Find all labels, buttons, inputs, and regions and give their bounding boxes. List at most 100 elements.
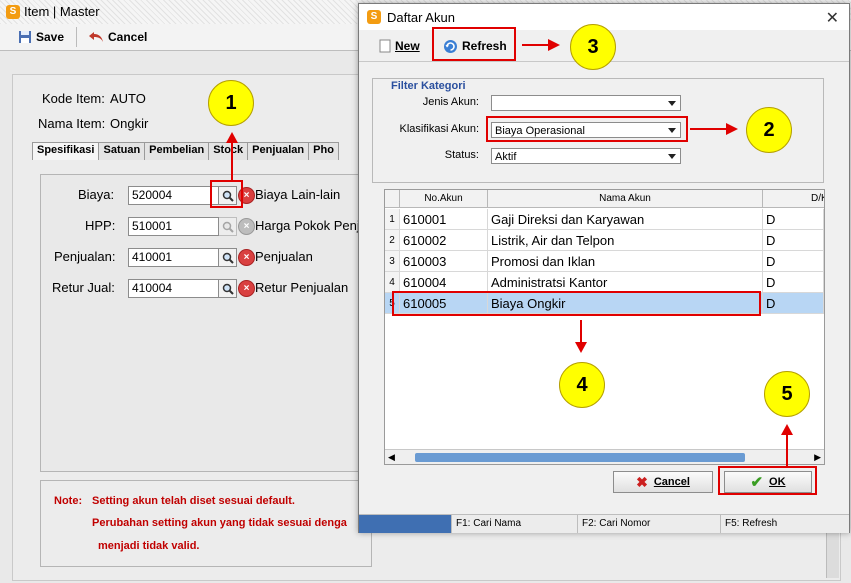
kode-item-value: AUTO <box>110 91 146 106</box>
highlight-ok <box>718 466 817 495</box>
penjualan-lookup-button[interactable] <box>218 248 237 267</box>
row-number: 2 <box>385 230 400 251</box>
save-button[interactable]: Save <box>12 26 70 48</box>
row-number: 4 <box>385 272 400 293</box>
scroll-right-icon[interactable]: ▶ <box>814 452 821 463</box>
table-row[interactable]: 3 610003 Promosi dan Iklan D <box>385 251 824 272</box>
row-header-corner <box>385 190 400 208</box>
dialog-cancel-label: Cancel <box>653 476 690 488</box>
table-row[interactable]: 2 610002 Listrik, Air dan Telpon D <box>385 230 824 251</box>
dialog-status-bar: F1: Cari Nama F2: Cari Nomor F5: Refresh <box>359 514 849 533</box>
no-akun-cell: 610004 <box>400 272 488 293</box>
status-f1-hint: F1: Cari Nama <box>452 515 578 533</box>
column-header-dk[interactable]: D/K <box>763 190 824 208</box>
arrow-down-icon <box>575 342 587 353</box>
callout-step-3: 3 <box>570 24 616 70</box>
kode-item-label: Kode Item: <box>42 91 105 106</box>
status-label: Status: <box>444 149 479 161</box>
table-row[interactable]: 4 610004 Administratsi Kantor D <box>385 272 824 293</box>
status-f2-hint: F2: Cari Nomor <box>578 515 721 533</box>
dk-cell: D <box>763 209 824 230</box>
retur-jual-lookup-button[interactable] <box>218 279 237 298</box>
callout-step-5: 5 <box>764 371 810 417</box>
nama-item-label: Nama Item: <box>38 116 106 131</box>
column-header-nama-akun[interactable]: Nama Akun <box>488 190 763 208</box>
retur-jual-label: Retur Jual: <box>52 280 115 295</box>
dk-cell: D <box>763 293 824 314</box>
search-icon <box>222 252 234 264</box>
highlight-klasifikasi <box>486 116 688 142</box>
tab-satuan[interactable]: Satuan <box>98 142 146 160</box>
app-logo-icon: S <box>6 5 20 19</box>
arrow-right-icon <box>726 123 738 135</box>
arrow-up-icon <box>226 132 238 143</box>
clear-icon: × <box>243 283 250 294</box>
akun-table: No.Akun Nama Akun D/K 1 610001 Gaji Dire… <box>384 189 825 465</box>
note-label: Note: <box>54 495 83 507</box>
arrow-right-icon <box>548 39 560 51</box>
nama-akun-cell: Gaji Direksi dan Karyawan <box>488 209 763 230</box>
dk-cell: D <box>763 272 824 293</box>
toolbar-divider <box>76 27 77 47</box>
penjualan-field[interactable]: 410001 <box>128 248 219 267</box>
callout-step-2: 2 <box>746 107 792 153</box>
clear-icon: × <box>243 221 250 232</box>
status-select[interactable]: Aktif <box>491 148 681 164</box>
arrow-line-5 <box>786 432 788 466</box>
arrow-line-3 <box>522 44 550 46</box>
retur-jual-clear-button[interactable]: × <box>238 280 255 297</box>
tab-penjualan[interactable]: Penjualan <box>247 142 310 160</box>
cancel-x-icon: ✖ <box>636 473 648 490</box>
dialog-cancel-button[interactable]: ✖ Cancel <box>613 471 713 493</box>
hpp-field[interactable]: 510001 <box>128 217 219 236</box>
cancel-button[interactable]: Cancel <box>82 26 153 48</box>
column-header-no-akun[interactable]: No.Akun <box>400 190 488 208</box>
undo-icon <box>89 32 103 42</box>
row-number: 1 <box>385 209 400 230</box>
daftar-akun-dialog: S Daftar Akun ✕ New Refresh Filter Kateg… <box>358 3 850 533</box>
dk-cell: D <box>763 251 824 272</box>
hpp-clear-button[interactable]: × <box>238 218 255 235</box>
chevron-down-icon <box>668 154 676 159</box>
biaya-label: Biaya: <box>78 187 115 202</box>
penjualan-desc: Penjualan <box>255 249 313 264</box>
cancel-label: Cancel <box>108 30 148 44</box>
new-label: New <box>395 39 420 53</box>
jenis-akun-select[interactable] <box>491 95 681 111</box>
item-tabs: Spesifikasi Satuan Pembelian Stock Penju… <box>32 142 339 160</box>
table-row[interactable]: 1 610001 Gaji Direksi dan Karyawan D <box>385 209 824 230</box>
new-document-icon <box>379 39 391 53</box>
close-icon[interactable]: ✕ <box>826 8 839 28</box>
dialog-title: Daftar Akun <box>387 10 455 25</box>
app-logo-icon: S <box>367 10 381 24</box>
no-akun-cell: 610003 <box>400 251 488 272</box>
tab-stock[interactable]: Stock <box>208 142 249 160</box>
horizontal-scrollbar[interactable]: ◀ ▶ <box>385 449 824 464</box>
chevron-down-icon <box>668 101 676 106</box>
retur-jual-field[interactable]: 410004 <box>128 279 219 298</box>
penjualan-clear-button[interactable]: × <box>238 249 255 266</box>
arrow-up-icon <box>781 424 793 435</box>
retur-jual-desc: Retur Penjualan <box>255 280 349 295</box>
scrollbar-thumb[interactable] <box>415 453 745 462</box>
highlight-lookup-button <box>210 180 243 208</box>
tab-pembelian[interactable]: Pembelian <box>144 142 210 160</box>
arrow-line-1 <box>231 140 233 180</box>
callout-step-4: 4 <box>559 362 605 408</box>
dk-cell: D <box>763 230 824 251</box>
tab-photo[interactable]: Pho <box>308 142 339 160</box>
penjualan-label: Penjualan: <box>54 249 116 264</box>
new-button[interactable]: New <box>373 35 426 57</box>
hpp-lookup-button[interactable] <box>218 217 237 236</box>
scroll-left-icon[interactable]: ◀ <box>388 452 395 463</box>
hpp-label: HPP: <box>85 218 116 233</box>
tab-spesifikasi[interactable]: Spesifikasi <box>32 142 100 160</box>
search-icon <box>222 221 234 233</box>
nama-akun-cell: Promosi dan Iklan <box>488 251 763 272</box>
biaya-field[interactable]: 520004 <box>128 186 219 205</box>
search-icon <box>222 283 234 295</box>
nama-akun-cell: Administratsi Kantor <box>488 272 763 293</box>
arrow-line-4 <box>580 320 582 344</box>
save-icon <box>19 31 31 43</box>
bg-scrollbar[interactable] <box>826 530 839 578</box>
